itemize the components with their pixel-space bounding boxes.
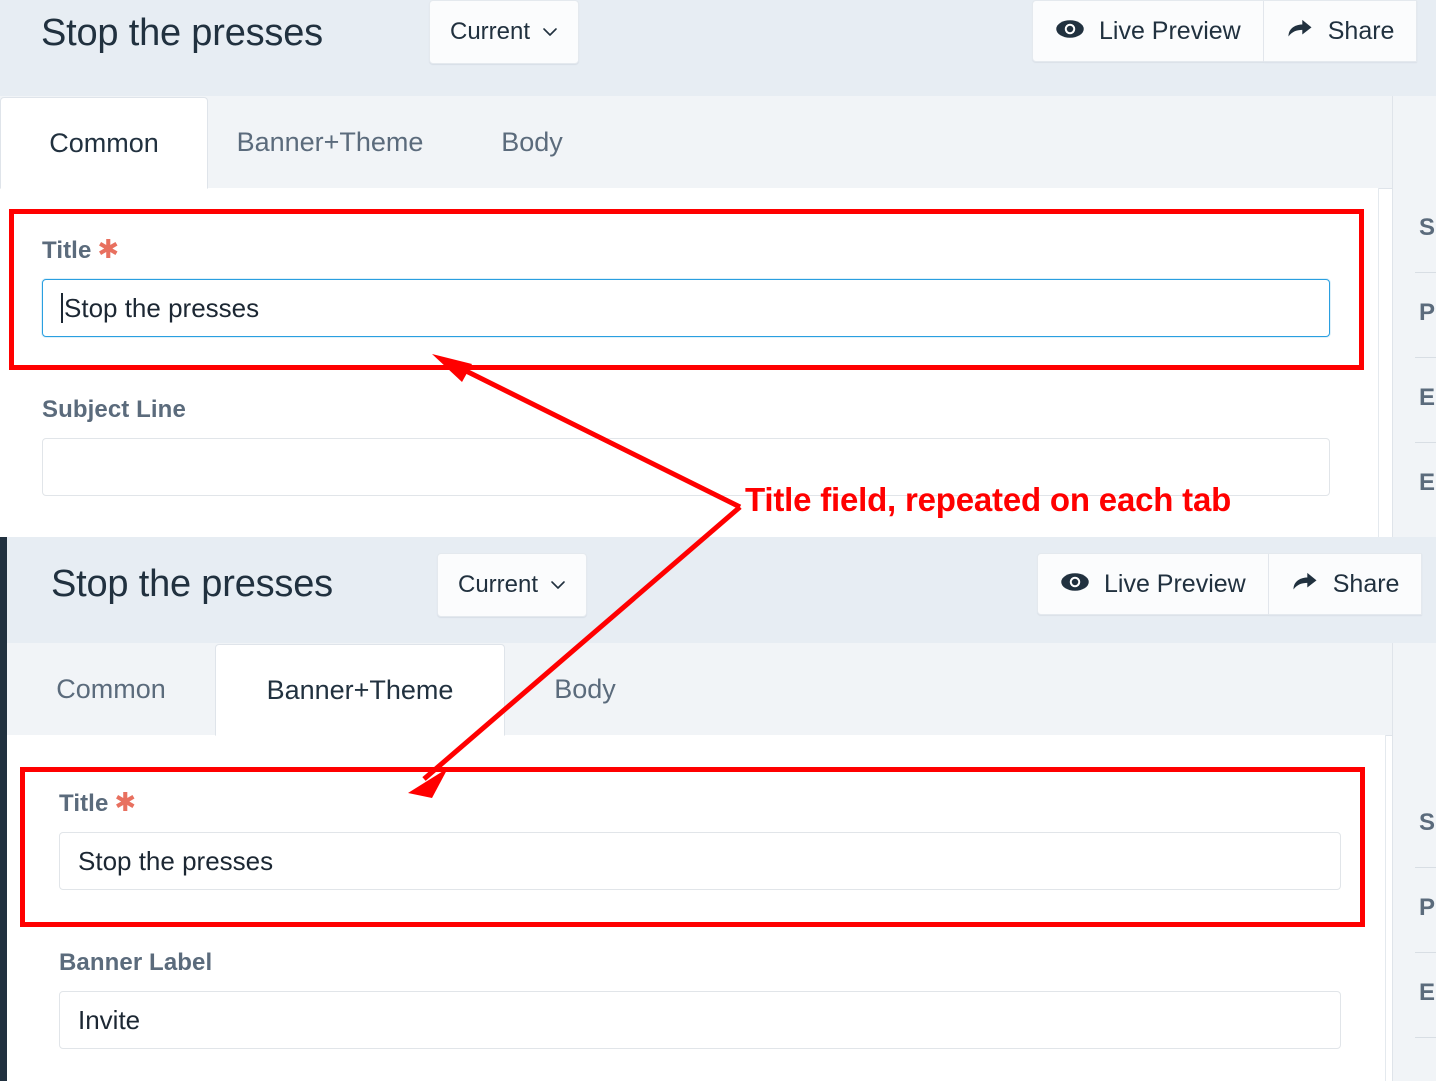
live-preview-label-bottom: Live Preview [1104, 569, 1246, 598]
eye-icon [1060, 572, 1090, 597]
tab-banner-theme-bottom[interactable]: Banner+Theme [215, 644, 505, 736]
eye-icon [1055, 19, 1085, 44]
tabstrip-top: Common Banner+Theme Body [0, 96, 1392, 189]
tab-common-bottom[interactable]: Common [7, 643, 215, 735]
version-selector-bottom[interactable]: Current [437, 553, 588, 617]
tab-body-label-bottom: Body [554, 673, 616, 704]
app-header-bottom: Stop the presses Current Live Preview Sh… [7, 537, 1436, 643]
rail-item-2[interactable]: E [1419, 384, 1435, 412]
chevron-down-icon [542, 24, 558, 40]
live-preview-button-top[interactable]: Live Preview [1032, 0, 1264, 62]
rail-item-3[interactable]: E [1419, 469, 1435, 497]
share-label-bottom: Share [1332, 569, 1400, 598]
annotation-label: Title field, repeated on each tab [745, 481, 1232, 518]
rail-item-1[interactable]: P [1419, 299, 1435, 327]
header-actions-top: Live Preview Share [1032, 0, 1418, 62]
rail-divider-2 [1415, 442, 1436, 443]
banner-label-input-value-bottom: Invite [78, 1004, 141, 1035]
banner-label-input-bottom[interactable]: Invite [59, 991, 1341, 1049]
rail-divider-b-1 [1415, 952, 1436, 953]
version-selector-label-bottom: Current [458, 571, 539, 598]
rail-item-0[interactable]: S [1419, 214, 1435, 242]
tabstrip-bottom: Common Banner+Theme Body [7, 643, 1392, 736]
rail-item-b-2[interactable]: E [1419, 979, 1435, 1007]
header-actions-bottom: Live Preview Share [1037, 553, 1423, 615]
share-label-top: Share [1327, 16, 1395, 45]
field-banner-label-bottom: Banner Label Invite [59, 949, 1341, 1049]
live-preview-button-bottom[interactable]: Live Preview [1037, 553, 1269, 615]
right-sidebar-bottom: S P E [1392, 643, 1436, 1081]
chevron-down-icon [550, 577, 566, 593]
tab-banner-theme-label-bottom: Banner+Theme [266, 674, 454, 705]
tab-banner-theme-label-top: Banner+Theme [236, 126, 424, 157]
rail-divider-b-2 [1415, 1037, 1436, 1038]
tab-banner-theme-top[interactable]: Banner+Theme [208, 96, 452, 188]
live-preview-label-top: Live Preview [1099, 16, 1241, 45]
field-subject-line-label-top: Subject Line [42, 396, 186, 423]
rail-item-b-1[interactable]: P [1419, 894, 1435, 922]
share-button-bottom[interactable]: Share [1268, 553, 1423, 615]
app-header-top: Stop the presses Current Live Preview Sh… [0, 0, 1436, 96]
annotation-highlight-title-bottom [20, 767, 1365, 927]
tab-common-label-bottom: Common [56, 673, 166, 704]
page-title-top: Stop the presses [41, 12, 323, 54]
annotation-highlight-title-top [9, 209, 1364, 370]
tab-body-top[interactable]: Body [452, 96, 612, 188]
rail-divider-1 [1415, 357, 1436, 358]
share-arrow-icon [1286, 17, 1314, 45]
tab-common-top[interactable]: Common [0, 97, 208, 189]
rail-divider-0 [1415, 272, 1436, 273]
rail-divider-b-0 [1415, 867, 1436, 868]
rail-item-b-0[interactable]: S [1419, 809, 1435, 837]
version-selector-top[interactable]: Current [429, 0, 580, 64]
field-banner-label-label-bottom: Banner Label [59, 949, 213, 976]
page-title-bottom: Stop the presses [51, 563, 333, 605]
right-sidebar-top: S P E E [1392, 96, 1436, 537]
tab-body-label-top: Body [501, 126, 563, 157]
tab-body-bottom[interactable]: Body [505, 643, 665, 735]
screenshot-stage: S P E E Stop the presses Current Live Pr… [0, 0, 1436, 1081]
tab-common-label-top: Common [49, 127, 159, 158]
share-arrow-icon [1291, 570, 1319, 598]
share-button-top[interactable]: Share [1263, 0, 1418, 62]
version-selector-label-top: Current [450, 18, 531, 45]
